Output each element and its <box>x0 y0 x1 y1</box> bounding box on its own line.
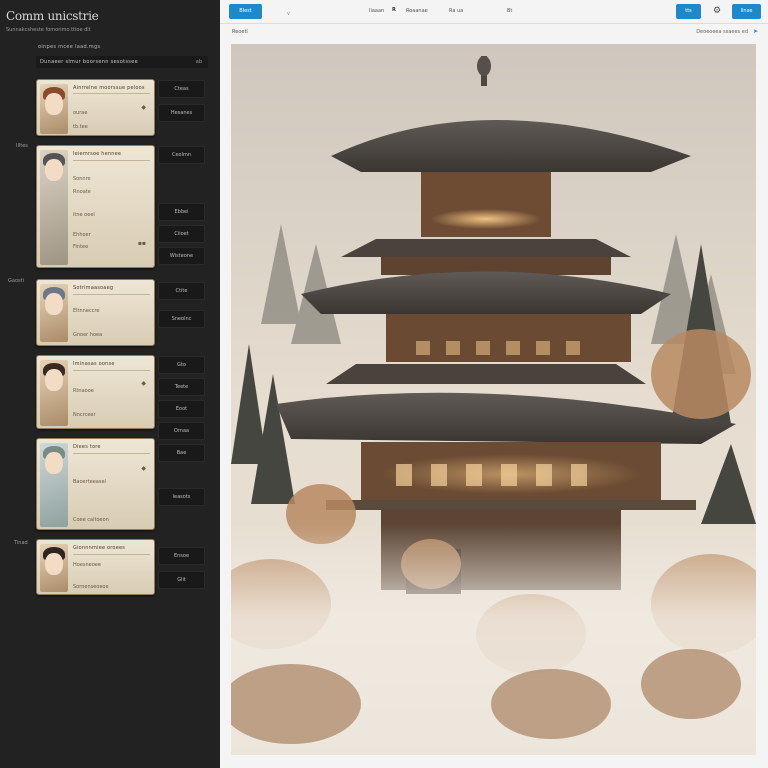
side-button[interactable]: Cteas <box>158 80 205 98</box>
toolbar-mark: v <box>287 11 290 17</box>
bell-icon[interactable]: ◆ <box>141 465 146 472</box>
card-line: Gnoer hoea <box>73 332 103 338</box>
arrow-icon[interactable]: ➤ <box>753 28 758 35</box>
main-panel: Blest v Iiaaan R Roaanae Ra ua Bt tts ⚙ … <box>220 0 768 768</box>
app-window: Comm unicstrie Sunnakcsheste fomorimo.tt… <box>0 0 768 768</box>
pagoda-illustration <box>231 44 756 755</box>
card-line: Baoerteeasel <box>73 479 106 485</box>
side-button[interactable]: Hesanes <box>158 104 205 122</box>
card-line: Ehhoer <box>73 232 91 238</box>
card-title: Gionnnmiee oroees <box>73 545 126 551</box>
side-label: Gaosti <box>8 278 24 284</box>
star-icon[interactable]: ▪▪ <box>138 240 146 247</box>
side-button[interactable]: Wisteone <box>158 247 205 265</box>
sidebar: Comm unicstrie Sunnakcsheste fomorimo.tt… <box>0 0 220 768</box>
avatar <box>40 84 68 134</box>
character-card[interactable]: Ieiemrsoe hennee Sonnre Rnoate itne oeel… <box>36 145 155 268</box>
card-title: Diees tore <box>73 444 101 450</box>
card-line: Rtnaooe <box>73 388 94 394</box>
side-button[interactable]: Ctite <box>158 282 205 300</box>
avatar <box>40 360 68 426</box>
side-button[interactable]: Glit <box>158 571 205 589</box>
card-line: itne oeel <box>73 212 95 218</box>
card-title: Sotrimaasoaeg <box>73 285 114 291</box>
avatar <box>40 443 68 527</box>
gear-icon[interactable]: ⚙ <box>711 5 723 17</box>
side-button[interactable]: Teete <box>158 378 205 396</box>
character-card[interactable]: Sotrimaasoaeg Eltnneccre Gnoer hoea <box>36 279 155 346</box>
card-line: Sornenseoeoe <box>73 584 109 590</box>
divider <box>73 294 150 295</box>
card-line: Rnoate <box>73 189 91 195</box>
avatar <box>40 150 68 265</box>
toolbar-item[interactable]: Ra ua <box>449 8 463 14</box>
toolbar-item[interactable]: R <box>392 7 396 13</box>
card-line: tb.tee <box>73 124 88 130</box>
character-card[interactable]: Ainrrelne moorssue peloos ourae tb.tee ◆ <box>36 79 155 136</box>
app-title: Comm unicstrie <box>6 9 99 23</box>
toolbar: Blest v Iiaaan R Roaanae Ra ua Bt tts ⚙ … <box>220 0 768 22</box>
action-button[interactable]: Ilnxe <box>732 4 761 19</box>
filter-dropdown[interactable]: Dunaeer slmur boorsenn sesotssee ab <box>36 56 208 68</box>
card-line: ourae <box>73 110 88 116</box>
card-title: Iminasas oonse <box>73 361 115 367</box>
card-line: Fintee <box>73 244 89 250</box>
side-button[interactable]: Ceolmn <box>158 146 205 164</box>
character-card[interactable]: Iminasas oonse Rtnaooe Nncrceer ◆ <box>36 355 155 429</box>
card-line: Hoesneoee <box>73 562 101 568</box>
bell-icon[interactable]: ◆ <box>141 104 146 111</box>
divider <box>73 370 150 371</box>
divider <box>73 554 150 555</box>
primary-button[interactable]: Blest <box>229 4 262 19</box>
app-subtitle: Sunnakcsheste fomorimo.ttioe dit <box>6 27 91 33</box>
side-button[interactable]: Bae <box>158 444 205 462</box>
side-button[interactable]: Gto <box>158 356 205 374</box>
side-label: Illtes <box>16 143 28 149</box>
avatar <box>40 284 68 342</box>
side-button[interactable]: Ciioet <box>158 225 205 243</box>
side-button[interactable]: Ieasots <box>158 488 205 506</box>
divider <box>73 160 150 161</box>
side-button[interactable]: Eoot <box>158 400 205 418</box>
side-label: Tinad <box>14 540 28 546</box>
avatar <box>40 544 68 592</box>
filter-label: Dunaeer slmur boorsenn sesotssee <box>40 59 138 65</box>
status-text: Deoeoeea ssaees ed <box>696 29 748 35</box>
character-card[interactable]: Gionnnmiee oroees Hoesneoee Sornenseoeoe <box>36 539 155 595</box>
bell-icon[interactable]: ◆ <box>141 380 146 387</box>
divider <box>220 23 768 24</box>
pagoda-painting <box>231 44 756 755</box>
side-button[interactable]: Ebbei <box>158 203 205 221</box>
card-line: Nncrceer <box>73 412 96 418</box>
side-button[interactable]: Ensoe <box>158 547 205 565</box>
card-title: Ieiemrsoe hennee <box>73 151 122 157</box>
card-line: Coee caitoeon <box>73 517 109 523</box>
side-button[interactable]: Sneolnc <box>158 310 205 328</box>
filter-count: ab <box>195 59 202 65</box>
card-title: Ainrrelne moorssue peloos <box>73 85 145 91</box>
section-label: oinpes mcee laad.mgs <box>38 44 101 50</box>
card-line: Eltnneccre <box>73 308 100 314</box>
toolbar-item[interactable]: Iiaaan <box>369 8 384 14</box>
character-card[interactable]: Diees tore Baoerteeasel Coee caitoeon ◆ <box>36 438 155 530</box>
divider <box>73 93 150 94</box>
breadcrumb: Reoetl <box>232 29 248 35</box>
side-button[interactable]: Ornaa <box>158 422 205 440</box>
action-button[interactable]: tts <box>676 4 701 19</box>
toolbar-item[interactable]: Bt <box>507 8 512 14</box>
card-line: Sonnre <box>73 176 91 182</box>
divider <box>73 453 150 454</box>
toolbar-item[interactable]: Roaanae <box>406 8 428 14</box>
